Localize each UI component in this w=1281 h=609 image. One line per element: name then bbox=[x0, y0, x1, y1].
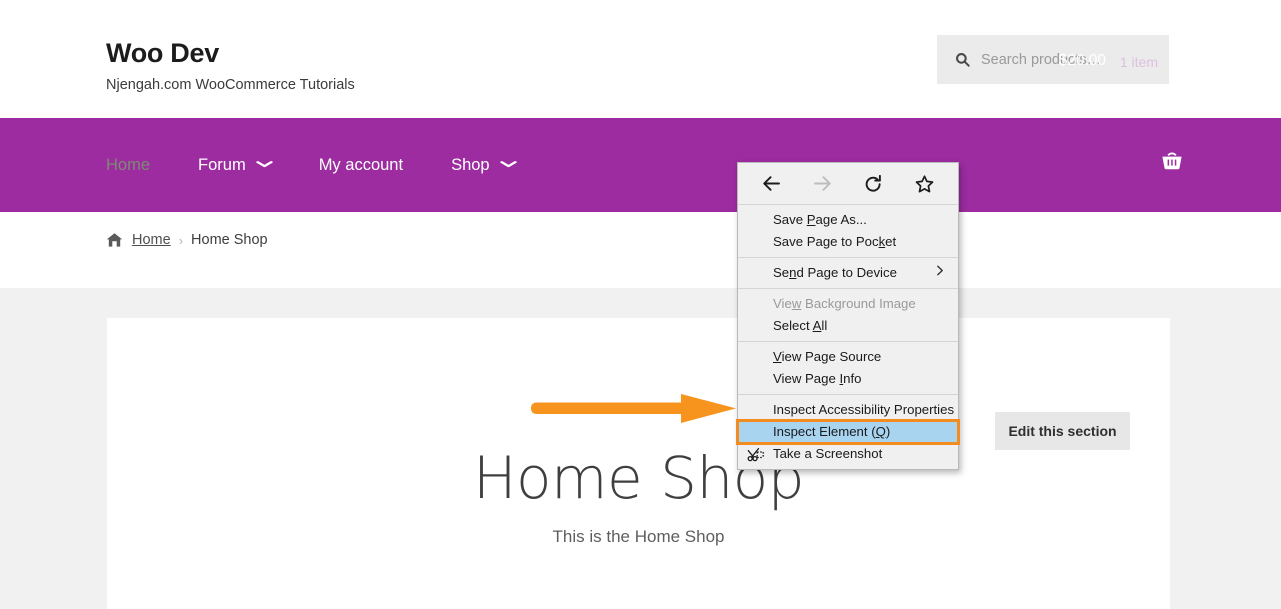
menu-item-label: Save Page to Pocket bbox=[773, 234, 897, 249]
context-menu-group: View Background Image Select All bbox=[738, 288, 958, 341]
search-icon bbox=[955, 52, 970, 67]
screenshot-scissors-icon bbox=[746, 446, 764, 462]
nav-item-home[interactable]: Home bbox=[106, 156, 150, 175]
breadcrumb: Home › Home Shop bbox=[106, 232, 268, 248]
menu-item-label: View Page Source bbox=[773, 349, 882, 364]
browser-page: Woo Dev Njengah.com WooCommerce Tutorial… bbox=[0, 0, 1281, 609]
menu-item-label: Inspect Element (Q) bbox=[773, 424, 891, 439]
menu-item-view-page-info[interactable]: View Page Info bbox=[738, 368, 958, 390]
menu-item-inspect-accessibility-properties[interactable]: Inspect Accessibility Properties bbox=[738, 399, 958, 421]
menu-item-inspect-element[interactable]: Inspect Element (Q) bbox=[736, 419, 960, 445]
forward-icon bbox=[808, 171, 838, 197]
context-menu-toolbar bbox=[738, 163, 958, 205]
menu-item-view-page-source[interactable]: View Page Source bbox=[738, 346, 958, 368]
menu-item-select-all[interactable]: Select All bbox=[738, 315, 958, 337]
site-title[interactable]: Woo Dev bbox=[106, 36, 355, 70]
breadcrumb-bar bbox=[0, 212, 1281, 288]
nav-item-label: My account bbox=[318, 155, 404, 174]
nav-item-shop[interactable]: Shop bbox=[451, 155, 517, 175]
context-menu-group: Inspect Accessibility Properties Inspect… bbox=[736, 394, 960, 469]
house-icon[interactable] bbox=[106, 232, 123, 248]
nav-item-my-account[interactable]: My account bbox=[319, 156, 403, 175]
menu-item-view-background-image: View Background Image bbox=[738, 293, 958, 315]
menu-item-send-page-to-device[interactable]: Send Page to Device bbox=[738, 262, 958, 284]
chevron-down-icon[interactable] bbox=[255, 160, 273, 170]
breadcrumb-home-link[interactable]: Home bbox=[132, 232, 171, 248]
menu-item-label: Send Page to Device bbox=[773, 265, 897, 280]
menu-item-label: View Background Image bbox=[773, 296, 916, 311]
back-icon[interactable] bbox=[757, 171, 787, 197]
shopping-basket-icon[interactable] bbox=[1159, 148, 1185, 174]
menu-item-take-a-screenshot[interactable]: Take a Screenshot bbox=[738, 443, 958, 465]
nav-item-label: Home bbox=[106, 155, 151, 174]
site-branding: Woo Dev Njengah.com WooCommerce Tutorial… bbox=[106, 36, 355, 95]
context-menu-group: View Page Source View Page Info bbox=[738, 341, 958, 394]
breadcrumb-current-page: Home Shop bbox=[191, 232, 268, 248]
edit-this-section-button[interactable]: Edit this section bbox=[995, 412, 1130, 450]
context-menu-group: Save Page As... Save Page to Pocket bbox=[738, 205, 958, 257]
bookmark-star-icon[interactable] bbox=[910, 171, 940, 197]
menu-item-save-page-to-pocket[interactable]: Save Page to Pocket bbox=[738, 231, 958, 253]
menu-item-save-page-as[interactable]: Save Page As... bbox=[738, 209, 958, 231]
breadcrumb-separator: › bbox=[178, 232, 184, 248]
context-menu-group: Send Page to Device bbox=[738, 257, 958, 288]
chevron-right-icon bbox=[936, 262, 944, 284]
browser-context-menu: Save Page As... Save Page to Pocket Send… bbox=[736, 162, 960, 470]
primary-navigation: Home Forum My account Shop bbox=[0, 118, 1281, 212]
reload-icon[interactable] bbox=[859, 171, 889, 197]
cart-item-count: 1 item bbox=[1119, 54, 1158, 70]
page-subtitle: This is the Home Shop bbox=[552, 527, 725, 546]
menu-item-label: Select All bbox=[773, 318, 828, 333]
main-content-card: Home Shop This is the Home Shop bbox=[107, 318, 1170, 609]
nav-item-label: Forum bbox=[198, 155, 246, 174]
site-tagline: Njengah.com WooCommerce Tutorials bbox=[106, 77, 355, 93]
nav-list: Home Forum My account Shop bbox=[106, 118, 563, 212]
cart-total-amount[interactable]: $20.00 bbox=[1059, 52, 1106, 70]
chevron-down-icon[interactable] bbox=[499, 160, 517, 170]
nav-item-forum[interactable]: Forum bbox=[198, 155, 273, 175]
menu-item-label: Save Page As... bbox=[773, 212, 867, 227]
menu-item-label: Take a Screenshot bbox=[773, 446, 883, 461]
page-title: Home Shop bbox=[472, 444, 805, 512]
menu-item-label: View Page Info bbox=[773, 371, 862, 386]
menu-item-label: Inspect Accessibility Properties bbox=[773, 402, 955, 417]
nav-item-label: Shop bbox=[451, 155, 490, 174]
